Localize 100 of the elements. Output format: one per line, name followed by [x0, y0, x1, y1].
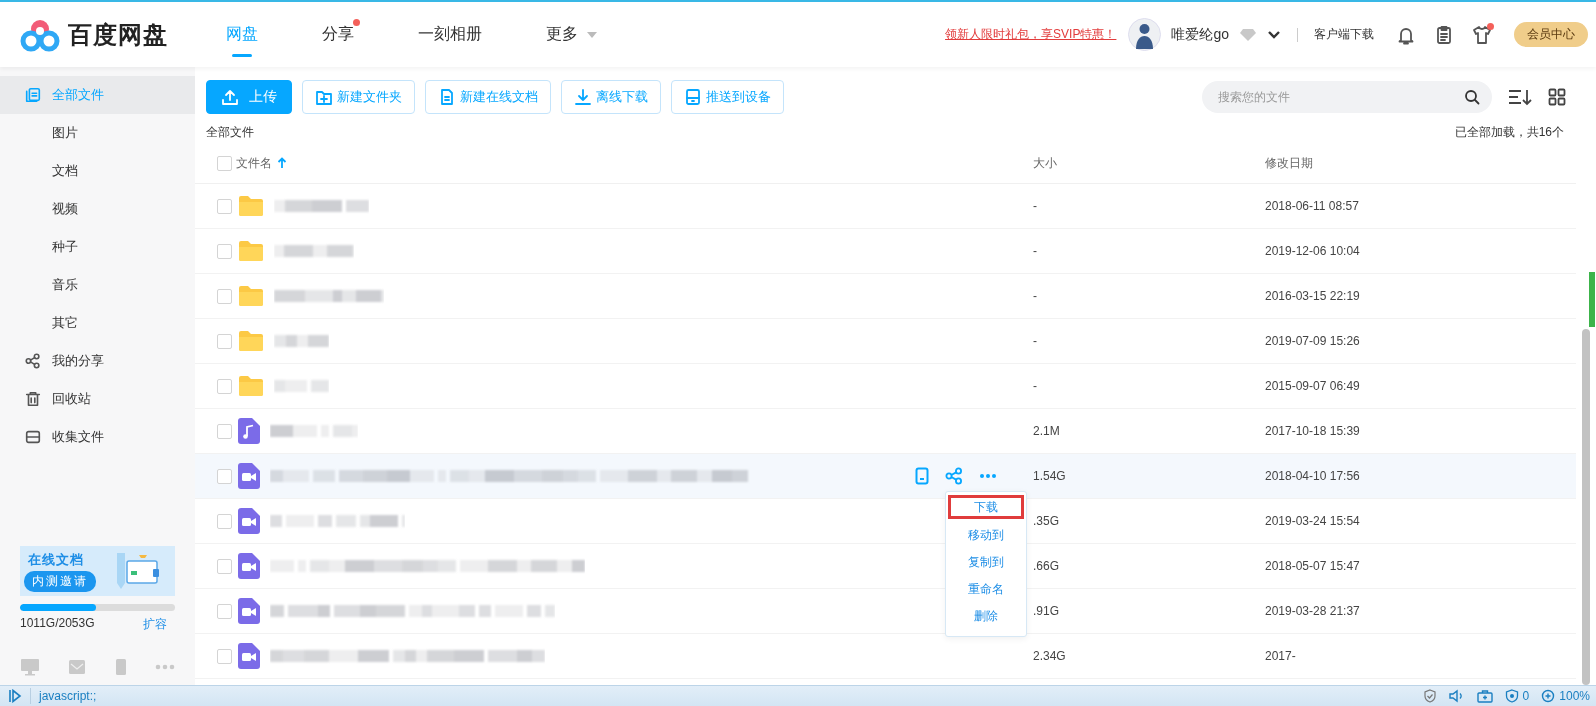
ad-block-icon[interactable]: [1504, 689, 1519, 703]
file-size: -: [1033, 334, 1037, 348]
column-header[interactable]: 大小: [1033, 154, 1057, 172]
file-row[interactable]: 2.34G 2017-: [195, 634, 1576, 679]
file-row[interactable]: - 2015-09-07 06:49: [195, 364, 1576, 409]
column-header[interactable]: 文件名: [236, 154, 272, 172]
blurred-file-name[interactable]: [274, 378, 329, 394]
checkbox[interactable]: [217, 468, 232, 484]
file-size: 2.1M: [1033, 424, 1060, 438]
checkbox[interactable]: [217, 288, 232, 304]
monitor-icon[interactable]: [20, 658, 40, 676]
shirt-icon[interactable]: [1472, 24, 1492, 45]
sort-arrow-icon[interactable]: [277, 157, 287, 169]
trash-icon: [24, 390, 42, 408]
load-status: 已全部加载，共16个: [1454, 123, 1564, 141]
promo-link[interactable]: 领新人限时礼包，享SVIP特惠！: [945, 26, 1117, 43]
menu-item[interactable]: 下载: [948, 495, 1024, 519]
checkbox[interactable]: [217, 513, 232, 529]
menu-item[interactable]: 复制到: [948, 549, 1024, 576]
file-row[interactable]: - 2016-03-15 22:19: [195, 274, 1576, 319]
modified-date: 2019-07-09 15:26: [1265, 334, 1360, 348]
sidebar-item[interactable]: 其它: [0, 304, 195, 342]
tray-icon: [24, 428, 42, 446]
sidebar-item[interactable]: 图片: [0, 114, 195, 152]
nav-tab[interactable]: 一刻相册: [400, 2, 500, 67]
music-file-icon: [238, 418, 260, 444]
scrollbar-thumb[interactable]: [1582, 329, 1590, 685]
avatar-icon[interactable]: [1128, 18, 1162, 51]
client-download-link[interactable]: 客户端下载: [1314, 26, 1374, 43]
share-icon: [24, 352, 42, 370]
nav-tab[interactable]: 更多: [528, 2, 616, 67]
checkbox[interactable]: [217, 423, 232, 439]
more-icon[interactable]: [979, 473, 997, 479]
file-row[interactable]: - 2019-07-09 15:26: [195, 319, 1576, 364]
checkbox[interactable]: [217, 603, 232, 619]
checkbox[interactable]: [217, 558, 232, 574]
blurred-file-name[interactable]: [270, 468, 750, 484]
file-size: .35G: [1033, 514, 1059, 528]
chevron-down-icon[interactable]: [1267, 29, 1281, 40]
share-icon[interactable]: [945, 467, 963, 485]
caret-icon: [586, 30, 598, 39]
file-size: 1.54G: [1033, 469, 1066, 483]
vip-center-button[interactable]: 会员中心: [1514, 22, 1588, 47]
search-input[interactable]: 搜索您的文件: [1216, 88, 1464, 105]
sidebar-item[interactable]: 收集文件: [0, 418, 195, 456]
phone-icon[interactable]: [114, 658, 127, 676]
modified-date: 2016-03-15 22:19: [1265, 289, 1360, 303]
sidebar-item[interactable]: 文档: [0, 152, 195, 190]
tablet-icon[interactable]: [68, 659, 87, 675]
menu-item[interactable]: 删除: [948, 603, 1024, 630]
sidebar-item[interactable]: 种子: [0, 228, 195, 266]
search-field[interactable]: 搜索您的文件: [1202, 80, 1492, 113]
checkbox[interactable]: [217, 333, 232, 349]
grid-view-icon[interactable]: [1548, 87, 1566, 106]
status-url: javascript:;: [39, 689, 97, 703]
modified-date: 2017-10-18 15:39: [1265, 424, 1360, 438]
shield-icon[interactable]: [1422, 689, 1437, 703]
clipboard-icon[interactable]: [1434, 24, 1454, 45]
document-icon: [438, 87, 456, 106]
speaker-icon[interactable]: [1448, 689, 1465, 703]
sidebar-item[interactable]: 回收站: [0, 380, 195, 418]
modified-date: 2018-05-07 15:47: [1265, 559, 1360, 573]
modified-date: 2019-03-24 15:54: [1265, 514, 1360, 528]
sidebar-item[interactable]: 音乐: [0, 266, 195, 304]
blurred-file-name[interactable]: [270, 648, 545, 664]
file-size: -: [1033, 289, 1037, 303]
sidebar-item[interactable]: 我的分享: [0, 342, 195, 380]
blurred-file-name[interactable]: [270, 603, 555, 619]
play-icon[interactable]: [8, 689, 22, 703]
blurred-file-name[interactable]: [274, 243, 354, 259]
scroll-marker: [1589, 272, 1595, 327]
modified-date: 2018-04-10 17:56: [1265, 469, 1360, 483]
blurred-file-name[interactable]: [270, 423, 358, 439]
sort-icon[interactable]: [1508, 87, 1532, 106]
checkbox[interactable]: [217, 648, 232, 664]
sidebar-item[interactable]: 视频: [0, 190, 195, 228]
blurred-file-name[interactable]: [274, 333, 329, 349]
breadcrumb[interactable]: 全部文件: [206, 123, 254, 141]
phone-icon[interactable]: [915, 467, 929, 485]
checkbox[interactable]: [217, 198, 232, 214]
blurred-file-name[interactable]: [274, 198, 369, 214]
toolbox-icon[interactable]: [1476, 689, 1493, 703]
file-row[interactable]: - 2018-06-11 08:57: [195, 184, 1576, 229]
file-row[interactable]: - 2019-12-06 10:04: [195, 229, 1576, 274]
checkbox[interactable]: [217, 243, 232, 259]
promo-title: 在线文档: [28, 550, 84, 569]
blurred-file-name[interactable]: [270, 558, 585, 574]
file-size: -: [1033, 244, 1037, 258]
column-header[interactable]: 修改日期: [1265, 154, 1313, 172]
checkbox[interactable]: [217, 378, 232, 394]
blurred-file-name[interactable]: [274, 288, 384, 304]
blurred-file-name[interactable]: [270, 513, 405, 529]
search-icon[interactable]: [1464, 88, 1480, 105]
more-icon[interactable]: [155, 664, 175, 670]
checkbox[interactable]: [217, 155, 232, 171]
video-file-icon: [238, 643, 260, 669]
nav-tab[interactable]: 分享: [304, 2, 372, 67]
user-name[interactable]: 唯爱纶go: [1171, 25, 1229, 44]
zoom-in-icon[interactable]: [1541, 689, 1556, 703]
folder-icon: [238, 375, 264, 397]
